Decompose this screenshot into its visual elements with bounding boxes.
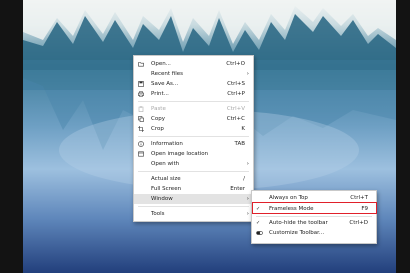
menu-separator xyxy=(138,171,249,172)
menu-item-label: Recent files xyxy=(151,71,183,77)
submenu-item-label: Customize Toolbar... xyxy=(269,230,325,236)
menu-item-shortcut: Ctrl+P xyxy=(227,91,245,97)
chevron-right-icon: › xyxy=(246,196,249,202)
copy-icon xyxy=(138,116,144,122)
menu-item-label: Paste xyxy=(151,106,166,112)
menu-item-open-image-location[interactable]: Open image location xyxy=(134,149,253,159)
menu-item-label: Open with xyxy=(151,161,180,167)
info-icon xyxy=(138,141,144,147)
menu-item-label: Window xyxy=(151,196,173,202)
context-menu: Open... Ctrl+O Recent files › Save As...… xyxy=(133,55,254,222)
crop-icon xyxy=(138,126,144,132)
menu-separator xyxy=(138,101,249,102)
check-icon: ✓ xyxy=(256,220,261,226)
menu-item-label: Open image location xyxy=(151,151,209,157)
menu-item-information[interactable]: Information TAB xyxy=(134,139,253,149)
menu-item-tools[interactable]: Tools › xyxy=(134,209,253,219)
chevron-right-icon: › xyxy=(246,161,249,167)
print-icon xyxy=(138,91,144,97)
save-icon xyxy=(138,81,144,87)
window-submenu: Always on Top Ctrl+T ✓ Frameless Mode F9… xyxy=(251,190,377,244)
menu-item-label: Open... xyxy=(151,61,171,67)
menu-item-shortcut: Ctrl+O xyxy=(226,61,245,67)
submenu-item-auto-hide-toolbar[interactable]: ✓ Auto-hide the toolbar Ctrl+D xyxy=(252,218,376,228)
menu-item-label: Save As... xyxy=(151,81,179,87)
location-icon xyxy=(138,151,144,157)
toggle-icon xyxy=(256,230,263,236)
menu-item-shortcut: K xyxy=(241,126,245,132)
menu-item-paste[interactable]: Paste Ctrl+V xyxy=(134,104,253,114)
menu-item-actual-size[interactable]: Actual size / xyxy=(134,174,253,184)
menu-item-open[interactable]: Open... Ctrl+O xyxy=(134,59,253,69)
submenu-item-customize-toolbar[interactable]: Customize Toolbar... xyxy=(252,228,376,238)
menu-item-save-as[interactable]: Save As... Ctrl+S xyxy=(134,79,253,89)
submenu-item-label: Auto-hide the toolbar xyxy=(269,220,328,226)
menu-item-label: Tools xyxy=(151,211,165,217)
photo-watermark xyxy=(377,212,385,256)
right-letterbox xyxy=(396,0,410,273)
menu-item-label: Full Screen xyxy=(151,186,182,192)
menu-item-label: Crop xyxy=(151,126,164,132)
menu-item-recent-files[interactable]: Recent files › xyxy=(134,69,253,79)
menu-item-shortcut: / xyxy=(243,176,245,182)
submenu-separator xyxy=(256,216,372,217)
menu-item-print[interactable]: Print... Ctrl+P xyxy=(134,89,253,99)
menu-item-label: Information xyxy=(151,141,183,147)
menu-item-shortcut: Ctrl+C xyxy=(226,116,245,122)
menu-item-open-with[interactable]: Open with › xyxy=(134,159,253,169)
menu-item-shortcut: Enter xyxy=(230,186,245,192)
left-letterbox xyxy=(0,0,23,273)
menu-item-label: Actual size xyxy=(151,176,181,182)
menu-separator xyxy=(138,206,249,207)
menu-separator xyxy=(138,136,249,137)
chevron-right-icon: › xyxy=(246,211,249,217)
frameless-mode-highlight-box xyxy=(252,202,377,214)
menu-item-crop[interactable]: Crop K xyxy=(134,124,253,134)
menu-item-window[interactable]: Window › xyxy=(134,194,253,204)
menu-item-label: Print... xyxy=(151,91,169,97)
menu-item-shortcut: Ctrl+V xyxy=(226,106,245,112)
folder-icon xyxy=(138,61,144,67)
menu-item-label: Copy xyxy=(151,116,165,122)
menu-item-full-screen[interactable]: Full Screen Enter xyxy=(134,184,253,194)
paste-icon xyxy=(138,106,144,112)
menu-item-shortcut: TAB xyxy=(234,141,245,147)
submenu-item-shortcut: Ctrl+D xyxy=(349,220,368,226)
chevron-right-icon: › xyxy=(246,71,249,77)
menu-item-copy[interactable]: Copy Ctrl+C xyxy=(134,114,253,124)
menu-item-shortcut: Ctrl+S xyxy=(227,81,245,87)
